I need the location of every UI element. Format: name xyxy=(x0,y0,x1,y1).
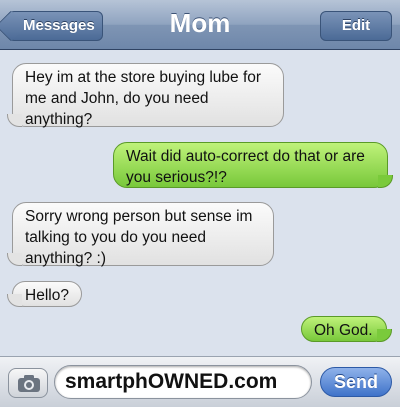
navigation-bar: Messages Mom Edit xyxy=(0,0,400,50)
message-bubble-outgoing: Oh God. xyxy=(301,316,392,342)
camera-button[interactable] xyxy=(8,368,48,398)
message-bubble-incoming: Hello? xyxy=(7,281,82,307)
message-bubble-incoming: Sorry wrong person but sense im talking … xyxy=(7,202,274,267)
message-bubble-incoming: Hey im at the store buying lube for me a… xyxy=(7,63,284,128)
camera-icon xyxy=(18,375,40,392)
send-button[interactable]: Send xyxy=(320,367,392,397)
edit-button[interactable]: Edit xyxy=(320,11,392,41)
message-text-field[interactable]: smartphOWNED.com xyxy=(54,365,312,399)
message-input-bar: smartphOWNED.com Send xyxy=(0,356,400,407)
message-bubble-outgoing: Wait did auto-correct do that or are you… xyxy=(113,142,393,188)
